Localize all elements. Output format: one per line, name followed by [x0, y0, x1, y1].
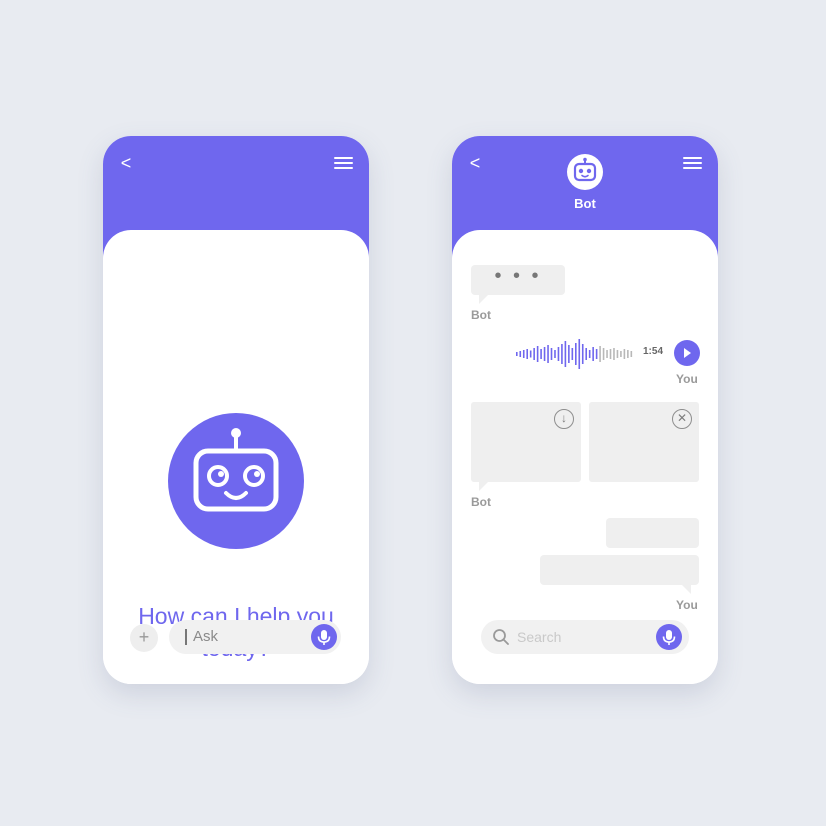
waveform-bar [623, 349, 626, 359]
microphone-icon[interactable] [656, 624, 682, 650]
waveform-bar [550, 348, 553, 360]
bot-avatar-icon [567, 154, 603, 190]
waveform-bar [616, 350, 619, 358]
robot-avatar-icon [168, 413, 304, 549]
text-cursor [185, 629, 187, 645]
waveform-bar [519, 351, 522, 357]
ask-placeholder: Ask [193, 628, 219, 645]
chat-conversation-screen: < Bot • • • Bot 1:54 You ↓ ✕ Bot You Sea… [452, 136, 718, 684]
search-input[interactable]: Search [481, 620, 689, 654]
waveform-bar [627, 350, 629, 358]
message-bubble [606, 518, 699, 548]
add-attachment-button[interactable]: + [130, 624, 158, 652]
attachment-card[interactable]: ✕ [589, 402, 699, 482]
waveform-bar [595, 349, 598, 359]
waveform-bar [522, 350, 525, 358]
content-area: How can I help you today? [103, 230, 369, 684]
waveform-bar [575, 343, 577, 365]
sender-label-you: You [676, 598, 698, 612]
waveform-bar [581, 344, 584, 364]
waveform-bar [540, 349, 542, 359]
waveform-bar [571, 348, 574, 360]
waveform-bar [554, 350, 556, 358]
message-bubble [540, 555, 699, 594]
waveform-bar [564, 341, 567, 367]
play-icon[interactable] [674, 340, 700, 366]
waveform-bar [620, 351, 622, 357]
waveform-bar [543, 347, 546, 361]
microphone-icon[interactable] [311, 624, 337, 650]
voice-duration: 1:54 [643, 346, 664, 357]
waveform-bar [533, 348, 535, 360]
voice-waveform [516, 339, 633, 369]
typing-indicator-bubble: • • • [471, 265, 565, 304]
waveform-bar [529, 350, 532, 358]
menu-icon[interactable] [334, 157, 353, 170]
attachment-card[interactable]: ↓ [471, 402, 581, 482]
sender-label-bot: Bot [471, 495, 491, 509]
waveform-bar [592, 347, 594, 361]
waveform-bar [609, 349, 612, 359]
waveform-bar [547, 345, 549, 363]
waveform-bar [526, 349, 529, 359]
waveform-bar [599, 346, 601, 362]
waveform-bar [585, 348, 588, 360]
chat-welcome-screen: < How can I help you today? + Ask [103, 136, 369, 684]
typing-dots: • • • [494, 265, 542, 287]
bot-name-title: Bot [574, 196, 596, 211]
close-circle-icon[interactable]: ✕ [672, 409, 692, 429]
waveform-bar [516, 352, 518, 356]
download-circle-icon[interactable]: ↓ [554, 409, 574, 429]
waveform-bar [602, 348, 605, 360]
waveform-bar [557, 347, 560, 361]
waveform-bar [588, 350, 591, 358]
bubble-tail [479, 482, 488, 491]
waveform-bar [606, 350, 608, 358]
waveform-bar [613, 348, 615, 360]
search-placeholder: Search [517, 629, 562, 645]
waveform-bar [578, 339, 581, 369]
waveform-bar [568, 345, 570, 363]
ask-input[interactable]: Ask [169, 620, 341, 654]
menu-icon[interactable] [683, 157, 702, 170]
back-button[interactable]: < [464, 152, 486, 174]
search-icon [493, 629, 509, 645]
sender-label-bot: Bot [471, 308, 491, 322]
sender-label-you: You [676, 372, 698, 386]
waveform-bar [630, 351, 633, 357]
waveform-bar [536, 346, 539, 362]
waveform-bar [561, 344, 563, 364]
back-button[interactable]: < [115, 152, 137, 174]
